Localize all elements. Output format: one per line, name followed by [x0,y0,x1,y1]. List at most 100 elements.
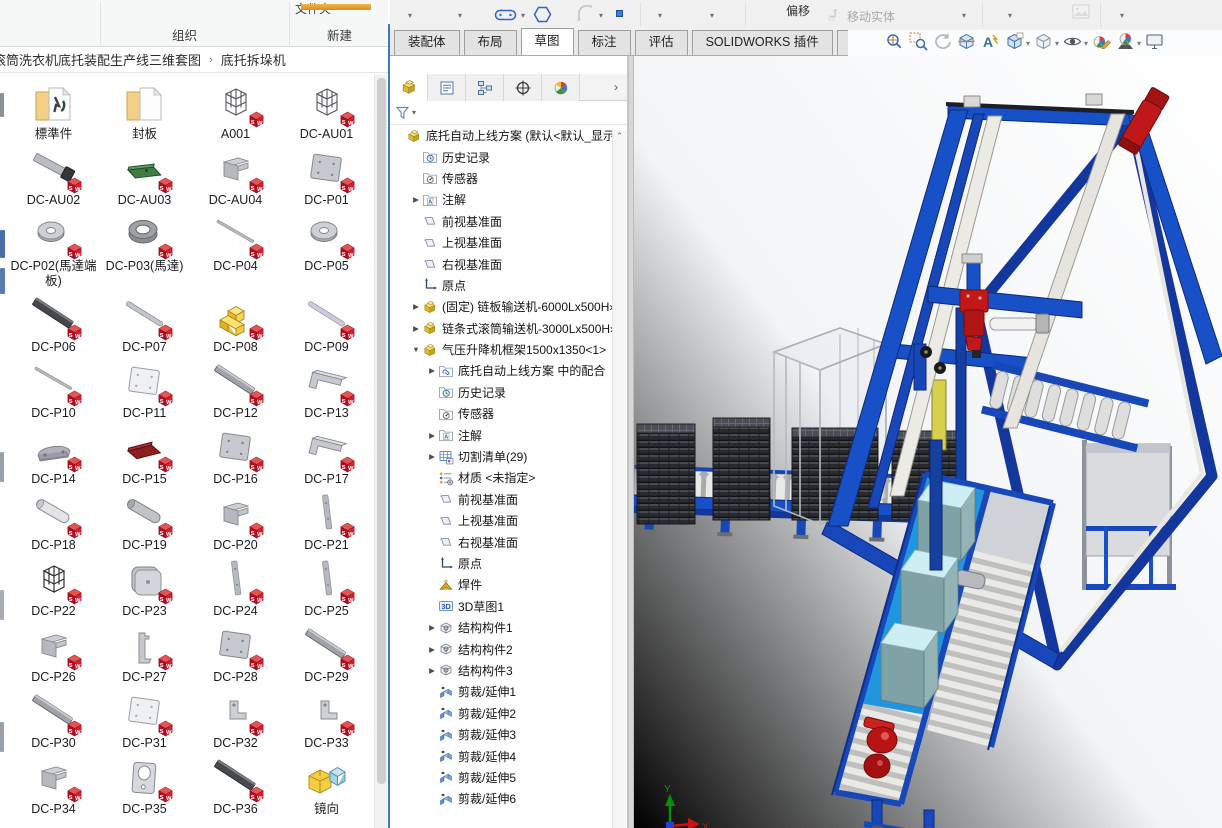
file-item-13[interactable]: S W DC-P07 [99,293,190,359]
file-item-35[interactable]: S W DC-P29 [281,623,372,689]
file-item-39[interactable]: S W DC-P33 [281,689,372,755]
viewport-3d[interactable]: Y X [634,56,1222,828]
point-tool-icon[interactable] [616,10,623,17]
expander-expanded-icon[interactable]: ▼ [410,345,422,354]
tree-item-9[interactable]: ▶ 链条式滚筒输送机-3000Lx500H› [390,318,612,339]
breadcrumb-path[interactable]: 滚筒洗衣机底托装配生产线三维套图 [0,50,201,69]
file-item-22[interactable]: S W DC-P16 [190,425,281,491]
tree-item-18[interactable]: 上视基准面 [390,510,612,531]
file-item-18[interactable]: S W DC-P12 [190,359,281,425]
tree-item-13[interactable]: 传感器 [390,403,612,424]
file-item-29[interactable]: S W DC-P23 [99,557,190,623]
slot-tool-icon[interactable] [494,7,518,23]
tree-item-4[interactable]: 前视基准面 [390,211,612,232]
expander-collapsed-icon[interactable]: ▶ [410,302,422,311]
dropdown-caret-icon[interactable]: ▾ [710,11,714,20]
tree-item-10[interactable]: ▼ 气压升降机框架1500x1350<1> [390,339,612,360]
file-item-40[interactable]: S W DC-P34 [8,755,99,821]
tree-item-31[interactable]: 剪裁/延伸6 [390,788,612,809]
expander-collapsed-icon[interactable]: ▶ [410,195,422,204]
tree-item-29[interactable]: 剪裁/延伸4 [390,745,612,766]
dropdown-caret-icon[interactable]: ▾ [1026,39,1030,48]
view-settings-button[interactable] [1144,31,1165,57]
hide-show-items-button[interactable]: ▾ [1062,31,1088,57]
file-item-3[interactable]: S W DC-AU01 [281,80,372,146]
tree-scrollbar[interactable]: ⌃ [612,130,626,828]
tree-item-7[interactable]: 原点 [390,275,612,296]
tree-item-16[interactable]: 材质 <未指定> [390,467,612,488]
file-item-24[interactable]: S W DC-P18 [8,491,99,557]
panel-tab-display[interactable] [542,74,580,101]
tree-item-25[interactable]: ▶ 结构构件3 [390,660,612,681]
file-item-0[interactable]: 標準件 [8,80,99,146]
tab-标注[interactable]: 标注 [577,30,631,55]
tree-item-27[interactable]: 剪裁/延伸2 [390,703,612,724]
file-item-7[interactable]: S W DC-P01 [281,146,372,212]
file-item-33[interactable]: S W DC-P27 [99,623,190,689]
tab-评估[interactable]: 评估 [634,30,688,55]
file-item-9[interactable]: S W DC-P03(馬達) [99,212,190,293]
tree-item-21[interactable]: 焊件 [390,574,612,595]
tree-item-23[interactable]: ▶ 结构构件1 [390,617,612,638]
expander-collapsed-icon[interactable]: ▶ [410,324,422,333]
dropdown-caret-icon[interactable]: ▾ [962,11,966,20]
zoom-fit-button[interactable] [884,31,905,57]
tree-item-1[interactable]: 历史记录 [390,146,612,167]
tree-item-22[interactable]: 3D 3D草图1 [390,596,612,617]
dropdown-caret-icon[interactable]: ▾ [458,11,462,20]
file-item-23[interactable]: S W DC-P17 [281,425,372,491]
polygon-tool-icon[interactable] [533,5,552,24]
tree-item-24[interactable]: ▶ 结构构件2 [390,638,612,659]
file-item-1[interactable]: 封板 [99,80,190,146]
previous-view-button[interactable] [932,31,953,57]
file-item-14[interactable]: S W DC-P08 [190,293,281,359]
file-item-5[interactable]: S W DC-AU03 [99,146,190,212]
panel-tab-dimxpert[interactable] [504,74,542,101]
expander-collapsed-icon[interactable]: ▶ [426,452,438,461]
section-view-button[interactable] [956,31,977,57]
file-item-16[interactable]: S W DC-P10 [8,359,99,425]
file-item-11[interactable]: S W DC-P05 [281,212,372,293]
tree-item-17[interactable]: 前视基准面 [390,489,612,510]
file-item-25[interactable]: S W DC-P19 [99,491,190,557]
explorer-scrollbar-thumb[interactable] [377,78,386,784]
explorer-scrollbar[interactable] [374,74,387,828]
tab-布局[interactable]: 布局 [463,30,517,55]
tree-item-11[interactable]: ▶ 底托自动上线方案 中的配合 [390,360,612,381]
organize-button[interactable]: 组织 [172,25,197,44]
edit-appearance-button[interactable] [1091,31,1112,57]
tab-装配体[interactable]: 装配体 [394,30,460,55]
tree-item-19[interactable]: 右视基准面 [390,531,612,552]
expander-collapsed-icon[interactable]: ▶ [426,623,438,632]
tree-item-5[interactable]: 上视基准面 [390,232,612,253]
file-item-36[interactable]: S W DC-P30 [8,689,99,755]
file-item-28[interactable]: S W DC-P22 [8,557,99,623]
file-item-34[interactable]: S W DC-P28 [190,623,281,689]
file-item-30[interactable]: S W DC-P24 [190,557,281,623]
display-style-button[interactable]: ▾ [1033,31,1059,57]
new-folder-icon[interactable] [301,4,371,10]
file-item-41[interactable]: S W DC-P35 [99,755,190,821]
file-item-6[interactable]: S W DC-AU04 [190,146,281,212]
new-button[interactable]: 新建 [327,25,352,44]
dropdown-caret-icon[interactable]: ▾ [1084,39,1088,48]
tab-SOLIDWORKS 插件[interactable]: SOLIDWORKS 插件 [691,30,833,55]
view-orientation-button[interactable]: ▾ [1004,31,1030,57]
tree-item-14[interactable]: ▶ A 注解 [390,424,612,445]
tree-item-8[interactable]: ▶ (固定) 链板输送机-6000Lx500H› [390,296,612,317]
dropdown-caret-icon[interactable]: ▾ [1008,11,1012,20]
tree-scroll-up-icon[interactable]: ⌃ [616,131,624,141]
file-item-4[interactable]: S W DC-AU02 [8,146,99,212]
file-item-32[interactable]: S W DC-P26 [8,623,99,689]
apply-scene-button[interactable]: ▾ [1115,31,1141,57]
breadcrumb-current[interactable]: 底托拆垛机 [221,50,286,69]
expander-collapsed-icon[interactable]: ▶ [426,366,438,375]
tree-item-0[interactable]: 底托自动上线方案 (默认<默认_显示> [390,125,612,146]
file-item-38[interactable]: S W DC-P32 [190,689,281,755]
file-item-15[interactable]: S W DC-P09 [281,293,372,359]
expander-collapsed-icon[interactable]: ▶ [426,645,438,654]
tree-item-6[interactable]: 右视基准面 [390,253,612,274]
panel-tab-configurations[interactable] [466,74,504,101]
graphics-viewport[interactable]: Y X [634,56,1222,828]
tree-item-20[interactable]: 原点 [390,553,612,574]
